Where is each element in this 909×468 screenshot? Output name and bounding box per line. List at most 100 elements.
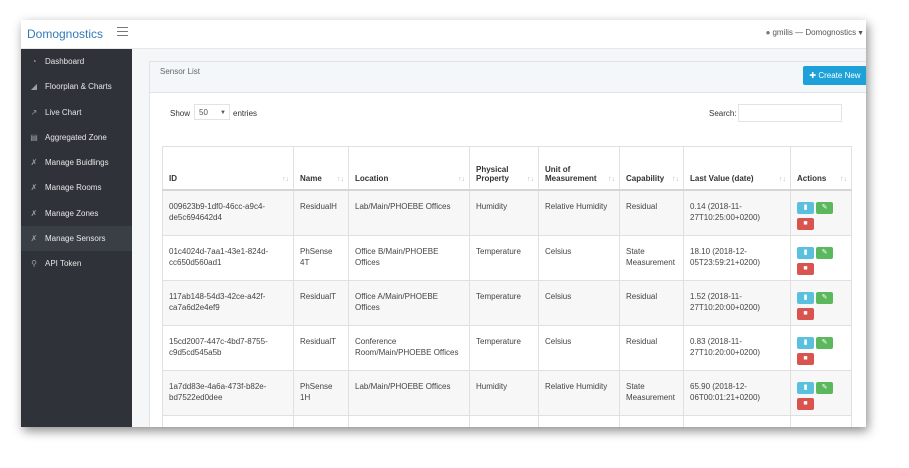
cell-last-value: 0.83 (2018-11-27T10:20:00+0200) [683, 324, 791, 371]
edit-button[interactable]: ✎ [816, 202, 833, 214]
sidebar-item-label: Dashboard [45, 57, 85, 66]
table-header-row: ID ↑↓ Name ↑↓ Location ↑↓ Physical Property… [162, 146, 852, 191]
edit-button[interactable]: ✎ [816, 246, 833, 259]
sidebar-item-manage-rooms[interactable]: ✗ Manage Rooms [21, 175, 132, 200]
cell-physical-property: Humidity [469, 414, 539, 427]
delete-button[interactable]: ■ [797, 218, 814, 230]
search-input[interactable] [738, 104, 842, 122]
cell-capability: Residual [619, 324, 684, 371]
brand-logo[interactable]: Domognostics [27, 27, 103, 41]
column-header-unit[interactable]: Unit of Measurement ↑↓ [538, 146, 620, 191]
sort-icon: ↑↓ [458, 176, 465, 183]
pencil-icon: ✎ [821, 248, 828, 256]
cell-location: Office B/Main/PHOEBE Offices [348, 414, 470, 427]
trash-icon: ■ [803, 309, 808, 317]
table-row: 009623b9-1df0-46cc-a9c4-de5c694642d4 Res… [162, 189, 852, 236]
cell-capability: Detection [619, 414, 684, 427]
sidebar-item-manage-sensors[interactable]: ✗ Manage Sensors [21, 226, 132, 252]
create-new-button[interactable]: ✚ Create New [803, 66, 866, 85]
document-icon: ▤ [30, 132, 38, 142]
column-header-actions[interactable]: Actions ↑↓ [790, 146, 852, 191]
entries-label: entries [233, 109, 258, 118]
chart-button[interactable]: ▮ [797, 426, 814, 427]
column-header-location[interactable]: Location ↑↓ [348, 146, 470, 191]
column-header-last-value[interactable]: Last Value (date) ↑↓ [683, 146, 791, 191]
pencil-icon: ✎ [821, 338, 828, 346]
edit-button[interactable]: ✎ [816, 381, 833, 394]
delete-button[interactable]: ■ [797, 262, 814, 275]
cell-id: 009623b9-1df0-46cc-a9c4-de5c694642d4 [162, 189, 294, 236]
sidebar-item-live-chart[interactable]: ↗ Live Chart [21, 100, 132, 125]
chart-button[interactable]: ▮ [797, 336, 814, 349]
sidebar-item-dashboard[interactable]: ◔ Dashboard [21, 49, 132, 74]
cell-location: Conference Room/Main/PHOEBE Offices [348, 324, 470, 371]
cell-unit: Celsius [538, 324, 620, 371]
user-menu[interactable]: ● gmilis — Domognostics▼ [766, 28, 864, 37]
panel-header: Sensor List ✚ Create New [150, 62, 866, 93]
table-row: 1a7dd83e-4a6a-473f-b82e-bd7522ed0dee PhS… [162, 369, 852, 416]
table-row: 117ab148-54d3-42ce-a42f-ca7a6d2e4ef9 Res… [162, 279, 852, 326]
column-header-name[interactable]: Name ↑↓ [293, 146, 349, 191]
user-icon: ● [765, 28, 771, 37]
cell-physical-property: Temperature [469, 324, 539, 371]
sidebar-item-label: Live Chart [45, 107, 82, 117]
bar-chart-icon: ▮ [803, 338, 808, 346]
bar-chart-icon: ▮ [803, 293, 808, 301]
cell-unit: Relative Humidity [538, 189, 620, 236]
sidebar-item-floorplan-charts[interactable]: ◢ Floorplan & Charts [21, 74, 132, 99]
sidebar-item-label: Manage Sensors [45, 234, 106, 244]
sort-asc-icon: ↑↓ [282, 176, 289, 183]
cell-actions: ▮✎■ [790, 414, 852, 427]
wrench-icon: ✗ [30, 183, 38, 193]
bar-chart-icon: ▮ [803, 383, 808, 391]
cell-location: Office A/Main/PHOEBE Offices [348, 279, 470, 326]
cell-id: 117ab148-54d3-42ce-a42f-ca7a6d2e4ef9 [162, 279, 294, 326]
user-label: gmilis — Domognostics [772, 28, 857, 37]
edit-button[interactable]: ✎ [816, 426, 833, 427]
column-header-capability[interactable]: Capability ↑↓ [619, 146, 684, 191]
cell-name: PhSense 4T [293, 234, 349, 281]
cell-unit: Celsius [538, 279, 620, 326]
menu-toggle-icon[interactable] [117, 27, 128, 38]
chevron-down-icon: ▼ [220, 110, 226, 116]
sort-icon: ↑↓ [527, 176, 534, 183]
delete-button[interactable]: ■ [797, 352, 814, 365]
sort-icon: ↑↓ [840, 176, 847, 183]
trash-icon: ■ [803, 399, 808, 407]
cell-capability: State Measurement [619, 234, 684, 281]
wrench-icon: ✗ [30, 158, 38, 168]
sidebar-item-manage-zones[interactable]: ✗ Manage Zones [21, 201, 132, 226]
caret-down-icon: ▼ [857, 30, 864, 37]
cell-name: ResidualT [293, 279, 349, 326]
cell-name: ResidualH [293, 189, 349, 236]
key-icon: ⚲ [31, 259, 37, 269]
column-header-physical-property[interactable]: Physical Property ↑↓ [469, 146, 539, 191]
sidebar-item-api-token[interactable]: ⚲ API Token [21, 251, 132, 276]
chart-button[interactable]: ▮ [797, 291, 814, 304]
cell-capability: Residual [619, 279, 684, 326]
app-window: Domognostics ● gmilis — Domognostics▼ ◔ Da… [21, 20, 866, 427]
cell-last-value: 0.14 (2018-11-27T10:25:00+0200) [683, 189, 791, 236]
area-chart-icon: ◢ [30, 82, 38, 92]
column-header-id[interactable]: ID ↑↓ [162, 146, 294, 191]
page-size-select[interactable]: 50 ▼ [194, 104, 230, 120]
show-label: Show [170, 109, 191, 118]
chart-button[interactable]: ▮ [797, 246, 814, 259]
edit-button[interactable]: ✎ [816, 336, 833, 349]
chart-button[interactable]: ▮ [797, 381, 814, 394]
cell-location: Office B/Main/PHOEBE Offices [348, 234, 470, 281]
table-row: 1d6c173d-b00a-48bf-9853-06088ac7e78e Det… [162, 414, 852, 427]
table-row: 01c4024d-7aa1-43e1-824d-cc650d560ad1 PhS… [162, 234, 852, 281]
table-controls: Show 50 ▼ entries Search: [170, 104, 850, 124]
cell-physical-property: Temperature [469, 279, 539, 326]
cell-unit: Relative Humidity [538, 369, 620, 416]
edit-button[interactable]: ✎ [816, 291, 833, 304]
sidebar-item-manage-buildings[interactable]: ✗ Manage Buidlings [21, 150, 132, 175]
sidebar-item-label: Aggregated Zone [45, 132, 107, 142]
top-navbar: Domognostics ● gmilis — Domognostics▼ [21, 20, 866, 49]
delete-button[interactable]: ■ [797, 397, 814, 410]
page-size-value: 50 [199, 108, 208, 117]
delete-button[interactable]: ■ [797, 307, 814, 320]
sidebar-item-aggregated-zone[interactable]: ▤ Aggregated Zone [21, 125, 132, 150]
chart-button[interactable]: ▮ [797, 202, 814, 214]
